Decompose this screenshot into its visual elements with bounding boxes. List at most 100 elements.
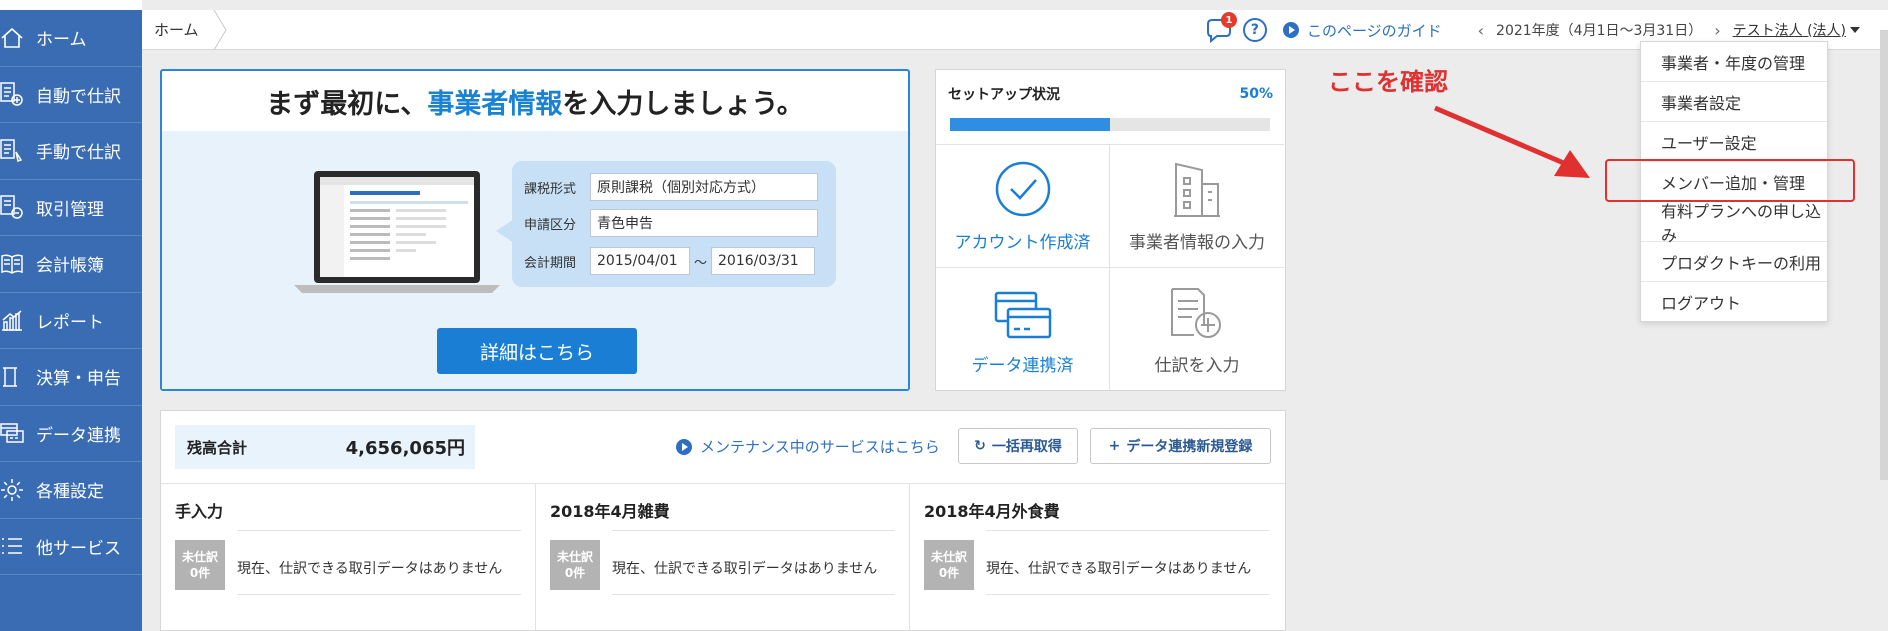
breadcrumb-separator-icon xyxy=(213,10,227,50)
business-info-preview: 課税形式 原則課税（個別対応方式） 申請区分 青色申告 会計期間 2015/04… xyxy=(512,161,836,287)
setup-step-label: 仕訳を入力 xyxy=(1154,356,1240,376)
filing-label: 申請区分 xyxy=(524,217,577,233)
sidebar-item-ledger[interactable]: 会計帳簿 xyxy=(0,236,142,293)
pending-badge: 未仕訳 0件 xyxy=(924,540,974,590)
intro-title-pre: まず最初に、 xyxy=(266,88,428,120)
menu-item-paid-plan[interactable]: 有料プランへの申し込み xyxy=(1641,202,1827,245)
page-guide-link[interactable]: このページのガイド xyxy=(1282,20,1442,41)
sidebar-item-settings[interactable]: 各種設定 xyxy=(0,462,142,519)
page-scrollbar[interactable] xyxy=(1880,30,1888,480)
divider xyxy=(237,530,521,531)
next-year-chevron-icon[interactable]: › xyxy=(1714,21,1720,40)
document-add-icon xyxy=(1171,288,1221,338)
prev-year-chevron-icon[interactable]: ‹ xyxy=(1478,21,1484,40)
gear-icon xyxy=(0,478,28,502)
notification-button[interactable]: 1 xyxy=(1205,12,1237,44)
pending-badge-count: 0件 xyxy=(938,566,960,580)
menu-item-business-year[interactable]: 事業者・年度の管理 xyxy=(1641,42,1827,82)
breadcrumb-home[interactable]: ホーム xyxy=(142,10,213,50)
setup-header: セットアップ状況 50% xyxy=(936,70,1285,144)
account-title[interactable]: 2018年4月雑費 xyxy=(550,498,670,522)
play-icon xyxy=(1282,22,1299,38)
period-row: 会計期間 2015/04/01 〜 2016/03/31 xyxy=(524,247,816,275)
credit-card-icon xyxy=(994,291,1051,339)
sidebar-item-home[interactable]: ホーム xyxy=(0,10,142,67)
sidebar-item-settlement[interactable]: 決算・申告 xyxy=(0,349,142,406)
refresh-all-button[interactable]: ↻ 一括再取得 xyxy=(958,428,1078,464)
page-guide-label: このページのガイド xyxy=(1306,21,1442,40)
laptop-illustration xyxy=(294,171,500,293)
company-menu[interactable]: テスト法人 (法人) xyxy=(1733,20,1846,40)
sidebar-item-auto-journal[interactable]: 自動で仕訳 xyxy=(0,67,142,123)
business-info-card: まず最初に、事業者情報を入力しましょう。 課税形式 原則課税（個別対応方式） xyxy=(160,69,910,391)
sidebar-item-label: 手動で仕訳 xyxy=(36,143,121,164)
sidebar-item-manual-journal[interactable]: 手動で仕訳 xyxy=(0,123,142,180)
setup-step-business-info[interactable]: 事業者情報の入力 xyxy=(1110,144,1284,267)
account-title[interactable]: 2018年4月外食費 xyxy=(924,498,1060,522)
add-data-link-label: データ連携新規登録 xyxy=(1126,439,1253,455)
pending-badge-label: 未仕訳 xyxy=(930,550,967,564)
play-icon xyxy=(676,438,692,455)
maintenance-link[interactable]: メンテナンス中のサービスはこちら xyxy=(676,436,940,457)
pending-badge-label: 未仕訳 xyxy=(556,550,593,564)
tax-label: 課税形式 xyxy=(524,181,577,197)
help-icon[interactable]: ? xyxy=(1242,18,1267,42)
annotation-highlight-box xyxy=(1605,159,1855,202)
period-label: 会計期間 xyxy=(524,255,577,271)
manual-journal-icon xyxy=(0,138,28,164)
menu-item-user-settings[interactable]: ユーザー設定 xyxy=(1641,122,1827,162)
setup-step-label: アカウント作成済 xyxy=(954,233,1091,253)
settlement-icon xyxy=(0,365,28,389)
sidebar-item-label: 各種設定 xyxy=(36,482,104,503)
setup-step-journal[interactable]: 仕訳を入力 xyxy=(1110,267,1284,390)
detail-button[interactable]: 詳細はこちら xyxy=(437,328,637,374)
sidebar-item-label: ホーム xyxy=(36,30,87,51)
fiscal-year-nav: ‹ 2021年度（4月1日〜3月31日） › xyxy=(1466,20,1733,40)
tax-field: 原則課税（個別対応方式） xyxy=(590,173,818,201)
menu-item-logout[interactable]: ログアウト xyxy=(1641,282,1827,322)
setup-title: セットアップ状況 xyxy=(948,87,1060,103)
sidebar-item-report[interactable]: レポート xyxy=(0,293,142,349)
setup-step-account[interactable]: アカウント作成済 xyxy=(936,144,1110,267)
sidebar-item-transactions[interactable]: 取引管理 xyxy=(0,180,142,236)
sidebar-item-label: 会計帳簿 xyxy=(36,256,104,277)
plus-icon: + xyxy=(1108,438,1121,454)
setup-status-card: セットアップ状況 50% アカウント作成済 事業者情報の入力 データ連携済 仕訳… xyxy=(935,69,1286,391)
annotation-callout: ここを確認 xyxy=(1328,68,1448,96)
menu-item-product-key[interactable]: プロダクトキーの利用 xyxy=(1641,242,1827,282)
filing-row: 申請区分 青色申告 xyxy=(524,209,818,237)
sidebar-item-label: 自動で仕訳 xyxy=(36,86,121,107)
pending-badge-label: 未仕訳 xyxy=(181,550,218,564)
home-icon xyxy=(0,26,28,50)
auto-journal-icon xyxy=(0,81,28,107)
divider xyxy=(612,594,895,595)
report-icon xyxy=(0,308,28,332)
account-title[interactable]: 手入力 xyxy=(175,498,223,522)
menu-item-business-settings[interactable]: 事業者設定 xyxy=(1641,82,1827,122)
setup-step-data-link[interactable]: データ連携済 xyxy=(936,267,1110,390)
divider xyxy=(986,594,1269,595)
transactions-icon xyxy=(0,194,28,220)
period-end-field: 2016/03/31 xyxy=(711,247,816,275)
sidebar-item-other-services[interactable]: 他サービス xyxy=(0,519,142,575)
setup-progress-fill xyxy=(950,118,1110,131)
list-icon xyxy=(0,534,28,558)
setup-step-label: 事業者情報の入力 xyxy=(1129,233,1265,253)
pending-badge: 未仕訳 0件 xyxy=(550,540,600,590)
setup-step-label: データ連携済 xyxy=(971,356,1074,376)
account-column: 2018年4月外食費 未仕訳 0件 現在、仕訳できる取引データはありません xyxy=(909,484,1283,631)
setup-progress-bar xyxy=(950,118,1270,131)
building-icon xyxy=(1174,162,1220,217)
period-separator: 〜 xyxy=(694,255,708,271)
account-columns: 手入力 未仕訳 0件 現在、仕訳できる取引データはありません 2018年4月雑費… xyxy=(161,483,1285,631)
tax-row: 課税形式 原則課税（個別対応方式） xyxy=(524,173,818,201)
balance-label: 残高合計 xyxy=(187,438,248,457)
period-start-field: 2015/04/01 xyxy=(590,247,690,275)
data-link-icon xyxy=(0,421,28,445)
add-data-link-button[interactable]: + データ連携新規登録 xyxy=(1090,428,1271,464)
sidebar-item-data-link[interactable]: データ連携 xyxy=(0,406,142,462)
sidebar: ホーム 自動で仕訳 手動で仕訳 取引管理 会計帳簿 レポート 決算・申告 データ… xyxy=(0,0,142,631)
caret-down-icon[interactable] xyxy=(1850,27,1860,33)
balance-value: 4,656,065円 xyxy=(345,438,465,459)
setup-percent: 50% xyxy=(1239,86,1273,102)
